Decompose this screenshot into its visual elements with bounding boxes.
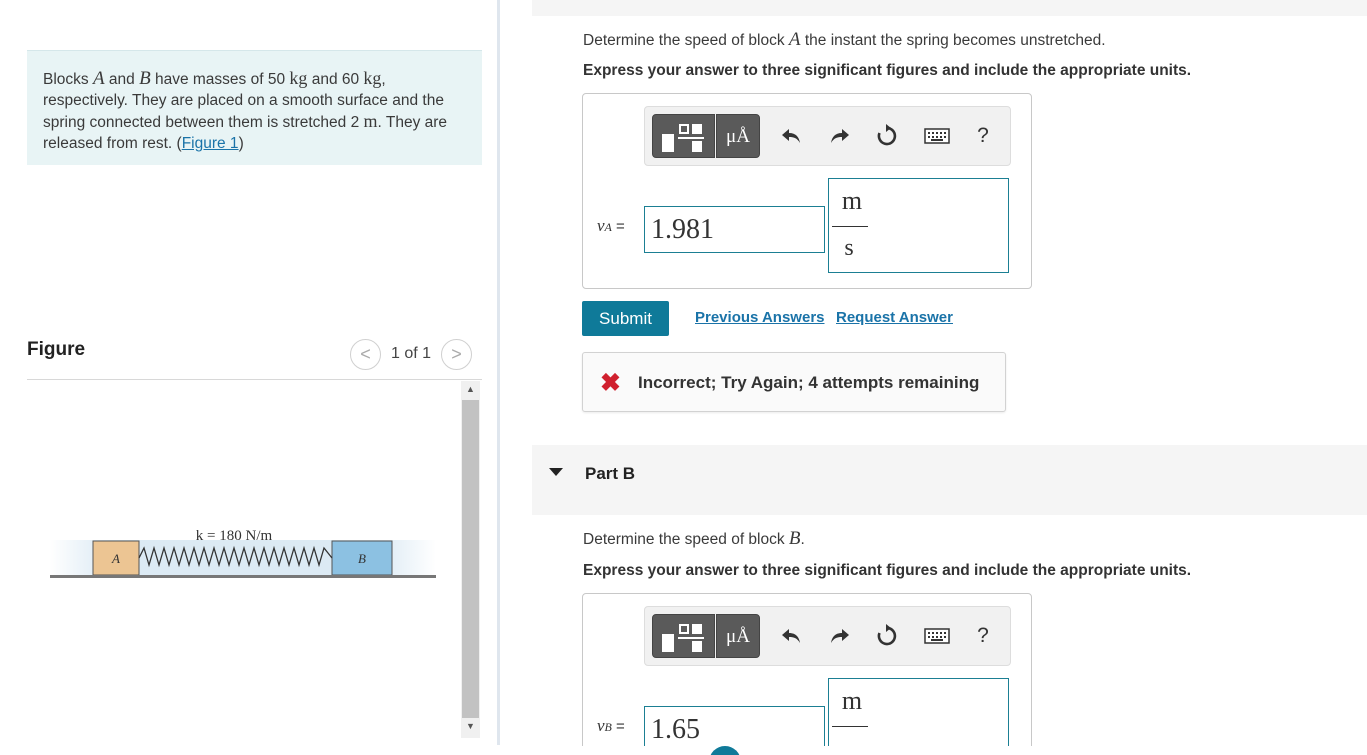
unit-numerator: m <box>841 186 863 215</box>
fraction-bar <box>832 226 868 227</box>
block-a-label: A <box>111 551 120 566</box>
scrollbar-thumb[interactable] <box>462 400 479 718</box>
question-var: B <box>788 528 801 549</box>
va-value-input[interactable]: 1.981 <box>644 206 825 253</box>
part-b-answer-box: μÅ ? vB = 1.65 m <box>582 593 1032 755</box>
reset-icon[interactable] <box>872 121 902 151</box>
chevron-right-icon: > <box>451 343 462 364</box>
undo-icon[interactable] <box>776 121 806 151</box>
part-a-answer-box: μÅ ? vA = 1.981 m s <box>582 93 1032 289</box>
viewport-bottom <box>500 746 1367 755</box>
unit-kg: kg <box>289 68 308 88</box>
redo-icon[interactable] <box>825 121 855 151</box>
units-symbols-button[interactable]: μÅ <box>716 114 760 158</box>
va-label: vA = <box>597 216 625 236</box>
units-symbols-button[interactable]: μÅ <box>716 614 760 658</box>
request-answer-link[interactable]: Request Answer <box>836 309 953 326</box>
var-v: v <box>597 716 605 735</box>
spring-constant-label: k = 180 N/m <box>196 528 273 544</box>
var-a: A <box>92 68 105 89</box>
fraction-template-button[interactable] <box>652 614 715 658</box>
problem-text: have masses of 50 <box>150 71 290 88</box>
keyboard-icon[interactable] <box>922 121 952 151</box>
problem-text: and 60 <box>307 71 364 88</box>
incorrect-x-icon: ✖ <box>600 369 621 397</box>
part-a-header-strip <box>532 0 1367 16</box>
fraction-template-button[interactable] <box>652 114 715 158</box>
math-toolbar: μÅ ? <box>644 606 1011 666</box>
block-b-label: B <box>358 551 366 566</box>
question-text: . <box>800 531 805 548</box>
math-toolbar: μÅ ? <box>644 106 1011 166</box>
equals-sign: = <box>611 718 625 735</box>
var-sub: B <box>604 720 612 734</box>
prev-figure-button[interactable]: < <box>350 338 381 370</box>
problem-text: ) <box>238 134 244 152</box>
question-var: A <box>788 29 801 50</box>
part-a-instructions: Express your answer to three significant… <box>583 62 1192 79</box>
next-figure-button[interactable]: > <box>441 338 473 370</box>
part-b-label: Part B <box>585 464 636 483</box>
vb-unit-input[interactable]: m <box>828 678 1009 755</box>
figure-pager: < 1 of 1 > <box>350 338 473 370</box>
unit-kg: kg <box>363 68 382 88</box>
unit-denominator: s <box>844 235 854 261</box>
redo-icon[interactable] <box>825 621 855 651</box>
question-text: Determine the speed of block <box>583 531 789 548</box>
equals-sign: = <box>611 218 625 235</box>
unit-numerator: m <box>841 686 863 715</box>
var-v: v <box>597 216 605 235</box>
keyboard-icon[interactable] <box>922 621 952 651</box>
panel-divider[interactable] <box>497 0 500 745</box>
scroll-up-icon[interactable]: ▲ <box>461 384 480 394</box>
figure-link[interactable]: Figure 1 <box>182 135 239 152</box>
unit-m: m <box>363 111 378 131</box>
undo-icon[interactable] <box>776 621 806 651</box>
submit-button[interactable]: Submit <box>582 301 669 336</box>
collapse-triangle-icon[interactable] <box>549 468 563 476</box>
left-panel: Blocks A and B have masses of 50 kg and … <box>0 0 497 755</box>
question-text: Determine the speed of block <box>583 32 789 49</box>
va-unit-input[interactable]: m s <box>828 178 1009 273</box>
spring-blocks-figure: A B k = 180 N/m <box>50 528 436 578</box>
divider <box>27 379 482 380</box>
part-b-instructions: Express your answer to three significant… <box>583 562 1192 579</box>
problem-text: and <box>104 71 140 88</box>
part-b-question: Determine the speed of block B. <box>583 528 805 550</box>
problem-text: Blocks <box>43 71 93 88</box>
help-icon[interactable]: ? <box>968 621 998 651</box>
part-b-header[interactable]: Part B <box>532 445 1367 515</box>
question-text: the instant the spring becomes unstretch… <box>800 32 1106 49</box>
var-sub: A <box>604 220 612 234</box>
figure-title: Figure <box>27 339 86 360</box>
var-b: B <box>139 68 151 89</box>
help-icon[interactable]: ? <box>968 121 998 151</box>
problem-statement: Blocks A and B have masses of 50 kg and … <box>27 50 482 165</box>
feedback-text: Incorrect; Try Again; 4 attempts remaini… <box>638 373 980 392</box>
previous-answers-link[interactable]: Previous Answers <box>695 309 825 326</box>
pager-count: 1 of 1 <box>391 345 432 362</box>
vb-label: vB = <box>597 716 625 736</box>
part-a-question: Determine the speed of block A the insta… <box>583 29 1106 51</box>
ground-surface <box>50 575 436 578</box>
figure-scrollbar[interactable]: ▲ ▼ <box>461 381 480 738</box>
reset-icon[interactable] <box>872 621 902 651</box>
scroll-down-icon[interactable]: ▼ <box>461 721 480 731</box>
chevron-left-icon: < <box>360 343 371 364</box>
fraction-bar <box>832 726 868 727</box>
feedback-message: ✖ Incorrect; Try Again; 4 attempts remai… <box>582 352 1006 412</box>
